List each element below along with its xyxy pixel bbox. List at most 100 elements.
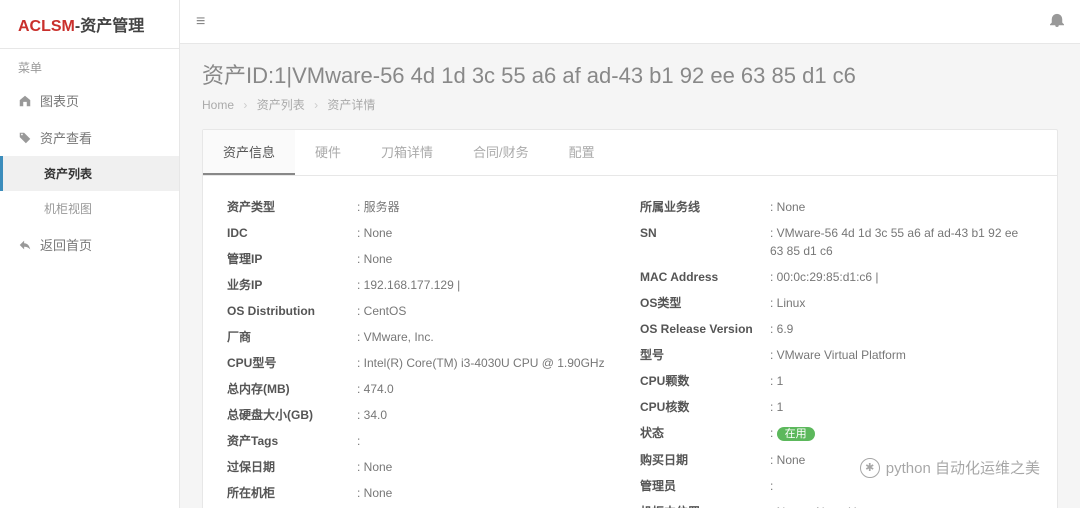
crumb-detail: 资产详情 [327, 98, 375, 112]
label: IDC [227, 224, 357, 242]
label: OS Release Version [640, 320, 770, 338]
crumb-list[interactable]: 资产列表 [257, 98, 305, 112]
row-cpu-count: CPU颗数: 1 [640, 368, 1033, 394]
main-area: ≡ 资产ID:1|VMware-56 4d 1d 3c 55 a6 af ad-… [180, 0, 1080, 508]
tag-icon [18, 131, 32, 145]
content-area: 资产ID:1|VMware-56 4d 1d 3c 55 a6 af ad-43… [180, 44, 1080, 508]
tab-config[interactable]: 配置 [549, 130, 615, 175]
breadcrumb: Home › 资产列表 › 资产详情 [202, 96, 1058, 113]
value: : CentOS [357, 302, 620, 320]
status-badge: 在用 [777, 427, 815, 441]
app-logo: ACLSM-资产管理 [0, 0, 179, 49]
label: 厂商 [227, 328, 357, 346]
detail-col-left: 资产类型: 服务器 IDC: None 管理IP: None 业务IP: 192… [227, 194, 620, 508]
value: : None [357, 250, 620, 268]
status-prefix: : [770, 426, 777, 440]
label: 所属业务线 [640, 198, 770, 216]
row-mem: 总内存(MB): 474.0 [227, 376, 620, 402]
row-biz-ip: 业务IP: 192.168.177.129 | [227, 272, 620, 298]
page-title: 资产ID:1|VMware-56 4d 1d 3c 55 a6 af ad-43… [202, 58, 1058, 90]
row-status: 状态: 在用 [640, 420, 1033, 447]
row-mac: MAC Address: 00:0c:29:85:d1:c6 | [640, 264, 1033, 290]
tab-asset-info[interactable]: 资产信息 [203, 130, 295, 175]
chevron-right-icon: › [314, 98, 318, 112]
label: 机柜中位置 [640, 503, 770, 508]
label: 过保日期 [227, 458, 357, 476]
value: : None [357, 224, 620, 242]
row-warranty: 过保日期: None [227, 454, 620, 480]
label: 总内存(MB) [227, 380, 357, 398]
row-admin: 管理员: [640, 473, 1033, 499]
value: : 6.9 [770, 320, 1033, 338]
row-mgmt-ip: 管理IP: None [227, 246, 620, 272]
row-os-type: OS类型: Linux [640, 290, 1033, 316]
nav-dashboard-label: 图表页 [40, 91, 79, 110]
row-cabinet: 所在机柜: None [227, 480, 620, 506]
detail-col-right: 所属业务线: None SN: VMware-56 4d 1d 3c 55 a6… [640, 194, 1033, 508]
row-cpu-cores: CPU核数: 1 [640, 394, 1033, 420]
label: 资产Tags [227, 432, 357, 450]
menu-heading: 菜单 [0, 49, 179, 82]
label: OS类型 [640, 294, 770, 312]
label: CPU核数 [640, 398, 770, 416]
nav-asset-view-label: 资产查看 [40, 128, 92, 147]
label: CPU颗数 [640, 372, 770, 390]
value: : 00:0c:29:85:d1:c6 | [770, 268, 1033, 286]
row-vendor: 厂商: VMware, Inc. [227, 324, 620, 350]
row-buy-date: 购买日期: None [640, 447, 1033, 473]
value: : None [357, 458, 620, 476]
row-sn: SN: VMware-56 4d 1d 3c 55 a6 af ad-43 b1… [640, 220, 1033, 264]
nav-list: 图表页 资产查看 资产列表 机柜视图 返回首页 [0, 82, 179, 263]
label: CPU型号 [227, 354, 357, 372]
nav-asset-list-label: 资产列表 [44, 165, 92, 182]
row-idc: IDC: None [227, 220, 620, 246]
label: 型号 [640, 346, 770, 364]
nav-asset-view[interactable]: 资产查看 [0, 119, 179, 156]
label: 所在机柜 [227, 484, 357, 502]
home-icon [18, 94, 32, 108]
crumb-home[interactable]: Home [202, 98, 234, 112]
row-model: 型号: VMware Virtual Platform [640, 342, 1033, 368]
tab-contract[interactable]: 合同/财务 [453, 130, 549, 175]
value: : VMware Virtual Platform [770, 346, 1033, 364]
notification-icon[interactable] [1050, 13, 1064, 30]
value: : None [770, 451, 1033, 469]
topbar: ≡ [180, 0, 1080, 44]
nav-asset-list[interactable]: 资产列表 [0, 156, 179, 191]
value: : 192.168.177.129 | [357, 276, 620, 294]
row-asset-type: 资产类型: 服务器 [227, 194, 620, 220]
row-disk: 总硬盘大小(GB): 34.0 [227, 402, 620, 428]
value: : 474.0 [357, 380, 620, 398]
sidebar: ACLSM-资产管理 菜单 图表页 资产查看 资产列表 机柜视图 返回首页 [0, 0, 180, 508]
value: : VMware, Inc. [357, 328, 620, 346]
value: : None [770, 198, 1033, 216]
value: : 34.0 [357, 406, 620, 424]
reply-icon [18, 238, 32, 252]
label: 状态 [640, 424, 770, 443]
value: : VMware-56 4d 1d 3c 55 a6 af ad-43 b1 9… [770, 224, 1033, 260]
label: SN [640, 224, 770, 260]
label: 资产类型 [227, 198, 357, 216]
row-biz-line: 所属业务线: None [640, 194, 1033, 220]
value: : 服务器 [357, 198, 620, 216]
value: : Intel(R) Core(TM) i3-4030U CPU @ 1.90G… [357, 354, 620, 372]
tab-hardware[interactable]: 硬件 [295, 130, 361, 175]
nav-cabinet-view[interactable]: 机柜视图 [0, 191, 179, 226]
tab-blade[interactable]: 刀箱详情 [361, 130, 453, 175]
label: 管理员 [640, 477, 770, 495]
row-cab-pos: 机柜中位置: None - None U [640, 499, 1033, 508]
nav-back-home[interactable]: 返回首页 [0, 226, 179, 263]
row-os-rel: OS Release Version: 6.9 [640, 316, 1033, 342]
value: : None - None U [770, 503, 1033, 508]
label: MAC Address [640, 268, 770, 286]
nav-back-home-label: 返回首页 [40, 235, 92, 254]
nav-dashboard[interactable]: 图表页 [0, 82, 179, 119]
chevron-right-icon: › [243, 98, 247, 112]
label: 购买日期 [640, 451, 770, 469]
value: : 1 [770, 372, 1033, 390]
detail-card: 资产信息 硬件 刀箱详情 合同/财务 配置 资产类型: 服务器 IDC: Non… [202, 129, 1058, 508]
label: 总硬盘大小(GB) [227, 406, 357, 424]
value: : [357, 432, 620, 450]
menu-toggle-icon[interactable]: ≡ [196, 13, 205, 31]
nav-cabinet-view-label: 机柜视图 [44, 200, 92, 217]
